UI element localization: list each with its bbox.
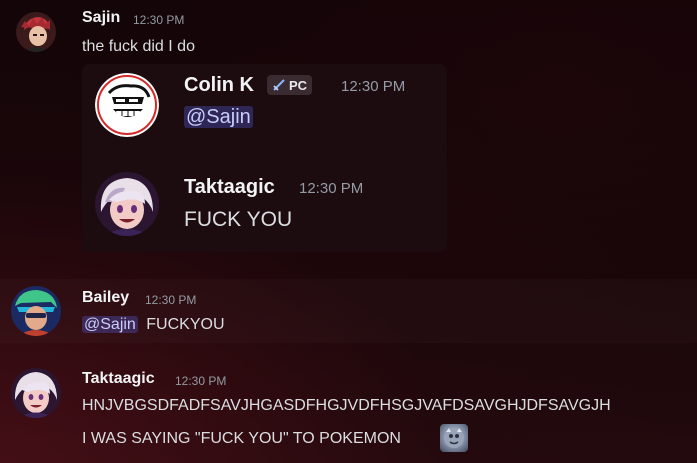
- bailey-avatar[interactable]: [11, 286, 61, 336]
- mention-sajin-bailey[interactable]: @Sajin: [82, 316, 138, 333]
- bailey-message-text: FUCKYOU: [146, 316, 225, 333]
- taktaagic-embed-text: FUCK YOU: [184, 208, 293, 231]
- message-sajin: Sajin 12:30 PM the fuck did I do: [0, 0, 697, 60]
- bailey-timestamp: 12:30 PM: [145, 293, 197, 307]
- taktaagic-timestamp: 12:30 PM: [175, 374, 227, 388]
- pokemon-emoji[interactable]: [440, 424, 468, 452]
- bailey-username[interactable]: Bailey: [82, 289, 129, 307]
- taktaagic-timestamp-embed: 12:30 PM: [299, 180, 364, 197]
- colin-timestamp: 12:30 PM: [341, 78, 406, 95]
- taktaagic-username-embed[interactable]: Taktaagic: [184, 176, 275, 199]
- colin-avatar[interactable]: [95, 73, 159, 137]
- sword-icon: [272, 78, 286, 92]
- sajin-username[interactable]: Sajin: [82, 9, 120, 27]
- mention-sajin[interactable]: @Sajin: [184, 106, 253, 128]
- message-taktaagic: Taktaagic 12:30 PM HNJVBGSDFADFSAVJHGASD…: [0, 360, 697, 460]
- taktaagic-username[interactable]: Taktaagic: [82, 370, 155, 388]
- colin-username[interactable]: Colin K: [184, 74, 254, 97]
- message-bailey-row: Bailey 12:30 PM @Sajin FUCKYOU: [0, 279, 697, 343]
- pc-tag-label: PC: [289, 77, 308, 93]
- pc-role-tag[interactable]: PC: [267, 75, 313, 95]
- taktaagic-avatar[interactable]: [11, 368, 61, 418]
- colin-message: @Sajin: [184, 106, 253, 129]
- bailey-message: @Sajin FUCKYOU: [82, 316, 225, 334]
- taktaagic-line-1: HNJVBGSDFADFSAVJHGASDFHGJVDFHSGJVAFDSAVG…: [82, 397, 611, 414]
- sajin-timestamp: 12:30 PM: [133, 13, 185, 27]
- taktaagic-line-2: I WAS SAYING "FUCK YOU" TO POKEMON: [82, 430, 401, 447]
- sajin-avatar[interactable]: [16, 12, 56, 52]
- sajin-message-text: the fuck did I do: [82, 38, 195, 55]
- taktaagic-avatar-embed[interactable]: [95, 172, 159, 236]
- message-embed: Colin K PC 12:30 PM @Sajin Taktaagic 12:…: [82, 64, 447, 252]
